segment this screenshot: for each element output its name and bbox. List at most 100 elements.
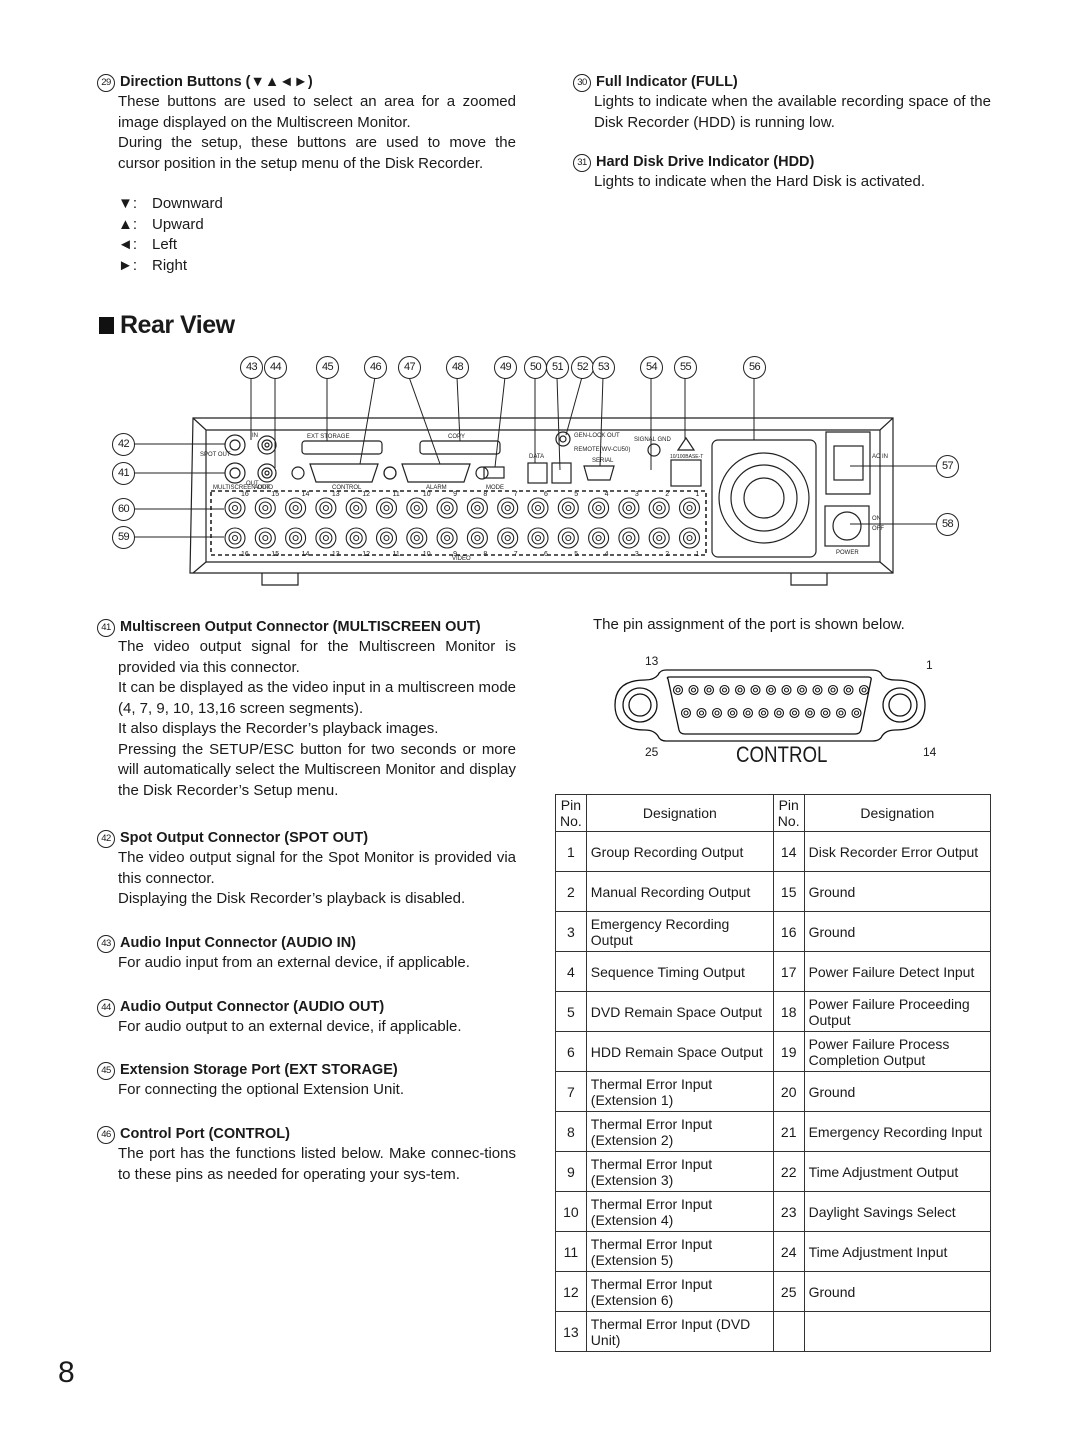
title-text: Extension Storage Port (EXT STORAGE) [120, 1062, 398, 1078]
bnc-connector [592, 501, 606, 515]
title-text: Full Indicator (FULL) [596, 74, 738, 90]
section-direction-buttons: 29 Direction Buttons (▼▲◄►) These buttons… [97, 72, 516, 276]
channel-label: 14 [302, 551, 310, 558]
callout-44: 44 [264, 356, 287, 379]
direction-label: Downward [152, 195, 223, 212]
table-row: 9 Thermal Error Input (Extension 3) 22 Time… [555, 1151, 992, 1192]
bnc-connector [501, 501, 515, 515]
bnc-connector [444, 534, 451, 542]
pin-hole [683, 710, 689, 716]
pin-number: 20 [772, 1071, 805, 1112]
label-genlock-out: GEN-LOCK OUT [574, 433, 620, 439]
bnc-connector [228, 501, 242, 515]
callout-53: 53 [592, 356, 615, 379]
designation: Power Failure Detect Input [803, 951, 992, 992]
bnc-connector [531, 531, 545, 545]
bnc-connector [315, 497, 337, 519]
bnc-connector [406, 527, 428, 549]
designation: Thermal Error Input (Extension 2) [585, 1111, 774, 1152]
pin-hole [734, 684, 746, 696]
pin-hole [690, 687, 697, 693]
channel-label: 16 [241, 551, 249, 558]
bnc-connector [375, 527, 398, 549]
section-title: 29 Direction Buttons (▼▲◄►) [97, 72, 516, 92]
bnc-connector [224, 497, 246, 519]
bnc-connector [413, 504, 420, 512]
table-row: 7 Thermal Error Input (Extension 1) 20 Grou… [555, 1071, 992, 1112]
up-arrow-icon: ▲: [118, 215, 138, 233]
bnc-connector [319, 501, 333, 515]
designation [803, 1311, 992, 1352]
rear-view-heading: Rear View [99, 311, 235, 340]
bnc-connector [678, 497, 701, 519]
bnc-connector [258, 501, 272, 515]
pin-number: 22 [772, 1151, 805, 1192]
bnc-connector [466, 527, 488, 549]
table-row: 6 HDD Remain Space Output 19 Power Failure … [555, 1031, 992, 1072]
bnc-connector [285, 527, 307, 549]
section-title: 44 Audio Output Connector (AUDIO OUT) [97, 997, 516, 1017]
bnc-connector [292, 504, 299, 512]
pin-hole [680, 707, 692, 719]
pin-number: 5 [555, 991, 587, 1032]
pin-hole [783, 687, 790, 693]
channel-label: 11 [393, 491, 400, 498]
callout-42: 42 [112, 433, 135, 456]
pin-hole [843, 684, 854, 696]
designation: Group Recording Output [585, 831, 774, 872]
designation: Power Failure Proceeding Output [803, 991, 992, 1032]
pin-number: 2 [555, 871, 587, 912]
table-row: 2 Manual Recording Output 15 Ground [555, 871, 992, 912]
bnc-connector [497, 527, 519, 549]
label-audio-in: IN [252, 433, 258, 439]
designation: Thermal Error Input (DVD Unit) [585, 1311, 774, 1352]
paragraph: The video output signal for the Multiscr… [118, 638, 516, 676]
designation: Power Failure Process Completion Output [803, 1031, 992, 1072]
direction-label: Upward [152, 215, 204, 233]
pin-hole [791, 710, 798, 716]
paragraph: These buttons are used to select an area… [118, 93, 516, 131]
bnc-connector [379, 531, 394, 545]
channel-label: 13 [332, 491, 340, 498]
bnc-connector [686, 504, 693, 512]
pin-hole [760, 710, 767, 716]
pin-hole [675, 687, 681, 693]
bnc-connector [466, 497, 488, 519]
bnc-connector [648, 527, 670, 549]
pin-hole [789, 707, 800, 719]
channel-label: 6 [544, 551, 548, 558]
pin-hole [768, 687, 774, 693]
callout-55: 55 [674, 356, 697, 379]
pin-hole [812, 684, 823, 696]
label-audio: AUDIO [254, 485, 273, 491]
pin-hole [698, 710, 705, 716]
header-designation: Designation [585, 794, 774, 832]
bnc-connector [379, 501, 394, 515]
callout-60: 60 [112, 498, 135, 521]
table-header-row: Pin No. Designation Pin No. Designation [555, 794, 992, 832]
channel-label: 12 [362, 491, 370, 498]
label-alarm: ALARM [426, 485, 447, 491]
bnc-connector [349, 501, 363, 515]
channel-label: 9 [453, 491, 457, 498]
pin-number: 25 [772, 1271, 805, 1312]
square-bullet-icon [99, 317, 114, 334]
pin-number: 16 [772, 911, 805, 952]
channel-label: 6 [544, 491, 548, 498]
callout-leader-line [359, 376, 376, 465]
bnc-connector [440, 501, 454, 515]
remote-port [551, 462, 572, 484]
callout-leader-line [556, 376, 561, 471]
pin-label-13: 13 [645, 654, 659, 668]
section-full-indicator: 30 Full Indicator (FULL) Lights to indica… [573, 72, 991, 133]
callout-58: 58 [936, 513, 959, 536]
section-title: 41 Multiscreen Output Connector (MULTISCR… [97, 617, 516, 637]
pin-hole [804, 707, 816, 719]
rear-panel-svg: 1616151514141313121211111010998877665544… [133, 376, 936, 586]
bnc-connector [406, 497, 428, 519]
bnc-connector [622, 531, 636, 545]
ethernet-port [670, 459, 702, 487]
item-number: 45 [97, 1062, 115, 1080]
bnc-connector [534, 534, 542, 542]
bnc-connector [231, 534, 239, 542]
